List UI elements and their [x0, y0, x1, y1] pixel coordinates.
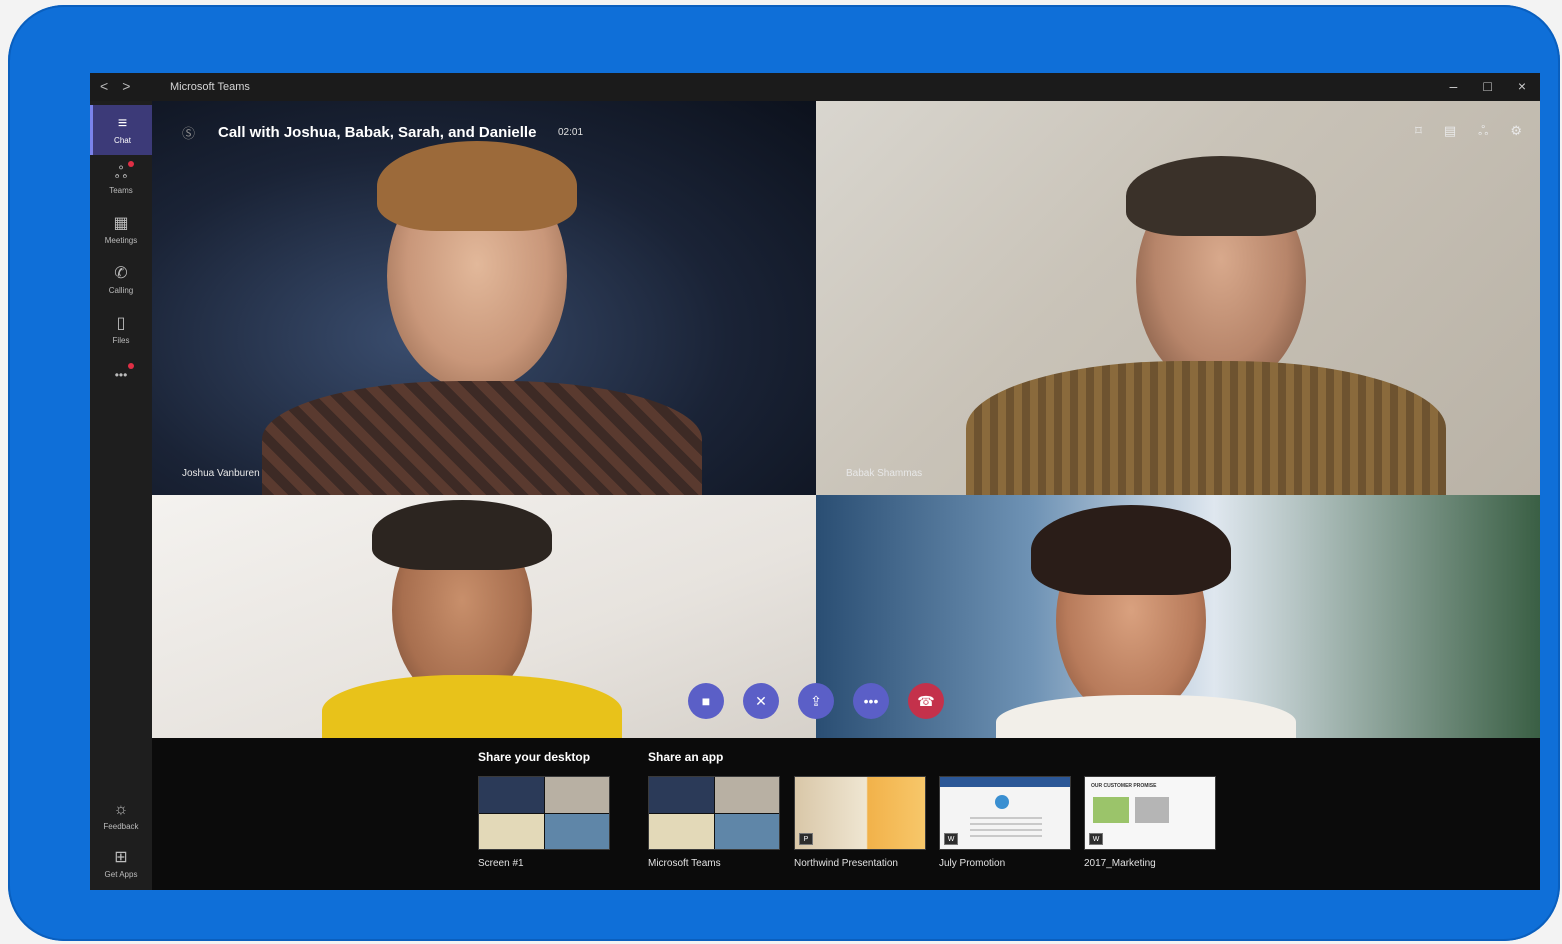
video-tile[interactable]: Joshua Vanburen	[152, 101, 816, 495]
rail-item-get-apps[interactable]: ⊞ Get Apps	[90, 839, 152, 889]
top-shape	[996, 695, 1296, 738]
word-icon: W	[1089, 833, 1103, 845]
document-lines	[970, 817, 1042, 839]
share-desktop-heading: Share your desktop	[478, 750, 591, 764]
title-bar: <> Microsoft Teams – □ ×	[90, 73, 1540, 101]
rail-label: Calling	[108, 286, 134, 295]
document-heading: OUR CUSTOMER PROMISE	[1091, 783, 1157, 789]
word-icon: W	[944, 833, 958, 845]
share-app-thumbnail[interactable]: P	[794, 776, 926, 850]
minimize-button[interactable]: –	[1450, 78, 1458, 94]
teams-preview	[649, 777, 779, 849]
video-tile[interactable]: Babak Shammas	[816, 101, 1540, 495]
nav-arrows: <>	[100, 78, 144, 94]
more-icon: •••	[114, 367, 128, 382]
rail-label: Teams	[109, 186, 133, 195]
teams-icon: ஃ	[114, 165, 128, 182]
scarf-shape	[322, 675, 622, 738]
teams-window: <> Microsoft Teams – □ × ≡ Chat ஃ Teams …	[90, 73, 1540, 890]
camera-icon: ■	[701, 693, 711, 709]
participants-icon[interactable]: ஃ	[1478, 123, 1488, 140]
powerpoint-icon: P	[799, 833, 813, 845]
hair-shape	[372, 500, 552, 570]
shirt-shape	[262, 381, 702, 495]
share-screen-icon: ⇪	[810, 692, 822, 709]
document-logo	[995, 795, 1009, 809]
notification-dot	[128, 161, 134, 167]
chat-icon: ≡	[117, 115, 128, 132]
call-controls: ■ ✕ ⇪ ••• ☎	[688, 683, 944, 719]
rail-label: Feedback	[103, 822, 139, 831]
maximize-button[interactable]: □	[1483, 78, 1491, 94]
share-item-label: 2017_Marketing	[1084, 858, 1156, 869]
apps-icon: ⊞	[114, 849, 128, 866]
lightbulb-icon: ☼	[113, 801, 129, 818]
hair-shape	[1031, 505, 1231, 595]
document-image	[1093, 797, 1129, 823]
participant-name: Joshua Vanburen	[182, 468, 260, 479]
mute-button[interactable]: ✕	[743, 683, 779, 719]
jacket-shape	[966, 361, 1446, 495]
rail-item-calling[interactable]: ✆ Calling	[90, 255, 152, 305]
share-app-thumbnail[interactable]: W	[939, 776, 1071, 850]
device-frame: <> Microsoft Teams – □ × ≡ Chat ஃ Teams …	[8, 5, 1560, 941]
mic-off-icon: ✕	[755, 692, 767, 709]
file-icon: ▯	[116, 315, 126, 332]
share-item-label: Screen #1	[478, 858, 524, 869]
rail-label: Files	[112, 336, 130, 345]
phone-icon: ✆	[114, 265, 128, 282]
rail-item-feedback[interactable]: ☼ Feedback	[90, 791, 152, 841]
hang-up-icon: ☎	[917, 692, 935, 709]
back-button[interactable]: <	[100, 78, 122, 94]
share-item-label: Microsoft Teams	[648, 858, 721, 869]
call-timer: 02:01	[558, 127, 584, 138]
share-screen-thumbnail[interactable]	[478, 776, 610, 850]
share-app-thumbnail[interactable]	[648, 776, 780, 850]
share-app-thumbnail[interactable]: OUR CUSTOMER PROMISE W	[1084, 776, 1216, 850]
settings-icon[interactable]: ⚙	[1510, 123, 1522, 140]
hair-shape	[377, 141, 577, 231]
window-controls: – □ ×	[1450, 78, 1526, 94]
call-title: Call with Joshua, Babak, Sarah, and Dani…	[218, 124, 537, 141]
screen-preview	[479, 777, 609, 849]
app-rail: ≡ Chat ஃ Teams ▦ Meetings ✆ Calling ▯ Fi…	[90, 101, 152, 890]
hair-shape	[1126, 156, 1316, 236]
rail-label: Chat	[114, 136, 131, 145]
close-button[interactable]: ×	[1518, 78, 1526, 94]
more-icon: •••	[863, 693, 879, 709]
hang-up-button[interactable]: ☎	[908, 683, 944, 719]
document-image	[1135, 797, 1169, 823]
call-header-actions: ⌑ ▤ ஃ ⚙	[1415, 123, 1522, 140]
rail-item-teams[interactable]: ஃ Teams	[90, 155, 152, 205]
more-options-button[interactable]: •••	[853, 683, 889, 719]
fullscreen-icon[interactable]: ⌑	[1415, 123, 1422, 140]
chat-panel-icon[interactable]: ▤	[1444, 123, 1456, 140]
skype-icon: Ⓢ	[182, 126, 196, 141]
share-item-label: Northwind Presentation	[794, 858, 898, 869]
notification-dot	[128, 363, 134, 369]
participant-name: Babak Shammas	[846, 468, 923, 479]
share-tray: Share your desktop Share an app Screen #…	[152, 738, 1540, 890]
rail-label: Get Apps	[104, 870, 138, 879]
window-title: Microsoft Teams	[170, 81, 250, 93]
calendar-icon: ▦	[113, 215, 129, 232]
share-app-heading: Share an app	[648, 750, 724, 764]
share-button[interactable]: ⇪	[798, 683, 834, 719]
rail-label: Meetings	[104, 236, 138, 245]
camera-button[interactable]: ■	[688, 683, 724, 719]
rail-item-meetings[interactable]: ▦ Meetings	[90, 205, 152, 255]
rail-item-chat[interactable]: ≡ Chat	[90, 105, 152, 155]
forward-button[interactable]: >	[122, 78, 144, 94]
rail-item-files[interactable]: ▯ Files	[90, 305, 152, 355]
rail-item-more[interactable]: •••	[90, 351, 152, 401]
share-item-label: July Promotion	[939, 858, 1006, 869]
